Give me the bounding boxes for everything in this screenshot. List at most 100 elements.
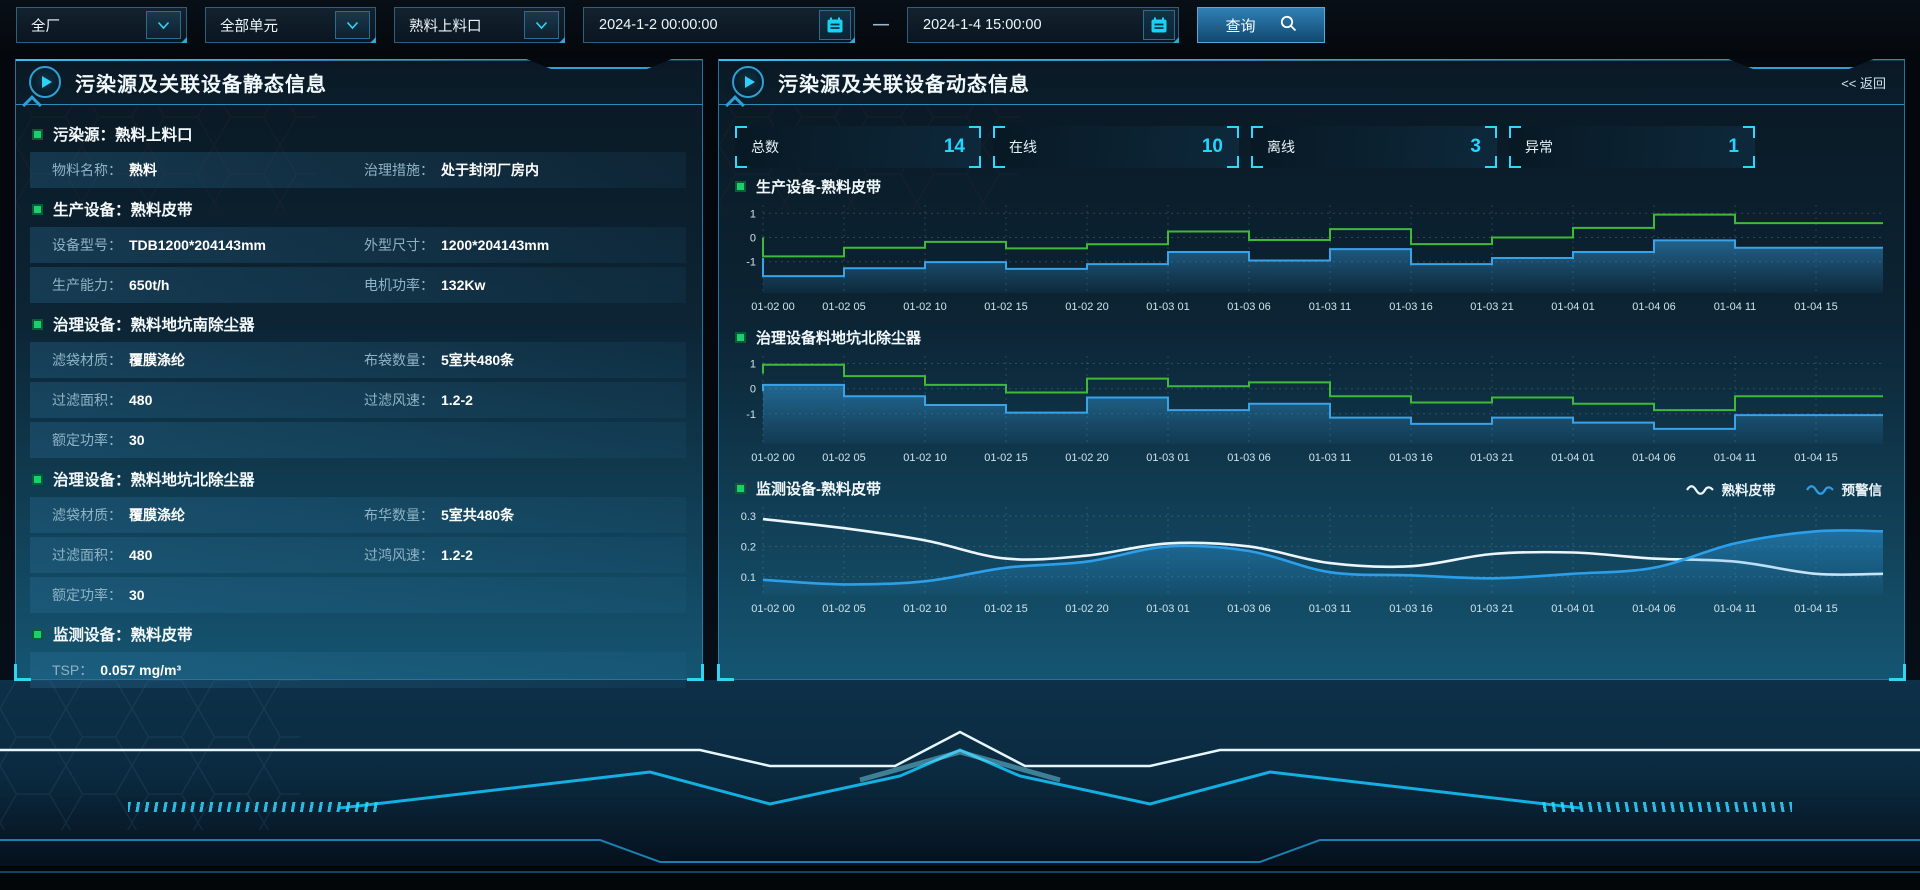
chart-block-3: 监测设备-熟料皮带熟料皮带预警信0.30.20.101-02 0001-02 0… <box>733 478 1888 622</box>
search-icon <box>1280 15 1297 36</box>
chart-block-1: 生产设备-熟料皮带10-101-02 0001-02 0501-02 1001-… <box>733 176 1888 320</box>
start-datetime-picker[interactable]: 2024-1-2 00:00:00 <box>583 7 855 43</box>
stat-box-3: 离线3 <box>1251 126 1497 168</box>
info-row: 滤袋材质：覆膜涤纶布华数量：5室共480条 <box>30 497 686 533</box>
svg-text:01-03 16: 01-03 16 <box>1389 603 1432 615</box>
stat-box-4: 异常1 <box>1509 126 1755 168</box>
svg-text:0.2: 0.2 <box>741 541 756 553</box>
info-cell: 过滤面积：480 <box>52 545 364 565</box>
stats-row: 总数14在线10离线3异常1 <box>735 126 1888 168</box>
bullet-icon <box>32 629 43 640</box>
svg-text:01-02 05: 01-02 05 <box>822 452 865 464</box>
info-cell: 物料名称：熟料 <box>52 160 364 180</box>
bullet-icon <box>32 474 43 485</box>
svg-text:01-02 10: 01-02 10 <box>903 452 946 464</box>
svg-text:01-03 21: 01-03 21 <box>1470 301 1513 313</box>
legend-item[interactable]: 预警信 <box>1806 479 1883 499</box>
info-row: 物料名称：熟料治理措施：处于封闭厂房内 <box>30 152 686 188</box>
hatch-decoration <box>1542 802 1792 812</box>
info-row: 滤袋材质：覆膜涤纶布袋数量：5室共480条 <box>30 342 686 378</box>
stat-label: 在线 <box>1009 137 1037 157</box>
stat-label: 总数 <box>751 137 779 157</box>
calendar-icon[interactable] <box>819 10 851 40</box>
info-cell: 生产能力：650t/h <box>52 275 364 295</box>
filter-select-value: 全厂 <box>31 15 60 36</box>
query-button-label: 查询 <box>1225 15 1255 36</box>
svg-text:01-04 06: 01-04 06 <box>1632 301 1675 313</box>
end-datetime-picker[interactable]: 2024-1-4 15:00:00 <box>907 7 1179 43</box>
info-row: 额定功率：30 <box>30 422 686 458</box>
bullet-icon <box>32 319 43 330</box>
info-cell: 治理措施：处于封闭厂房内 <box>364 160 676 180</box>
svg-text:01-03 06: 01-03 06 <box>1227 301 1270 313</box>
svg-text:01-02 20: 01-02 20 <box>1065 301 1108 313</box>
svg-text:01-03 06: 01-03 06 <box>1227 603 1270 615</box>
svg-text:01-04 11: 01-04 11 <box>1714 452 1757 464</box>
svg-text:0.3: 0.3 <box>741 511 756 523</box>
svg-text:01-04 11: 01-04 11 <box>1714 301 1757 313</box>
hatch-decoration <box>128 802 378 812</box>
wave-line-icon <box>1686 483 1714 495</box>
calendar-icon[interactable] <box>1143 10 1175 40</box>
play-icon <box>732 66 764 98</box>
filter-select-1[interactable]: 全厂 <box>16 7 187 43</box>
svg-text:1: 1 <box>750 359 756 371</box>
info-cell: 过鸿风速：1.2-2 <box>364 545 676 565</box>
svg-text:01-02 00: 01-02 00 <box>751 452 794 464</box>
svg-text:01-03 16: 01-03 16 <box>1389 452 1432 464</box>
info-row: 过滤面积：480过滤风速：1.2-2 <box>30 382 686 418</box>
footer-decoration <box>0 680 1920 890</box>
query-button[interactable]: 查询 <box>1197 7 1325 43</box>
filter-select-3[interactable]: 熟料上料口 <box>394 7 565 43</box>
svg-text:01-04 15: 01-04 15 <box>1794 603 1837 615</box>
end-datetime-value: 2024-1-4 15:00:00 <box>923 17 1042 33</box>
svg-text:01-04 06: 01-04 06 <box>1632 603 1675 615</box>
corner-decoration <box>717 664 734 681</box>
charts-area: 生产设备-熟料皮带10-101-02 0001-02 0501-02 1001-… <box>733 176 1888 622</box>
svg-text:01-03 11: 01-03 11 <box>1309 603 1352 615</box>
chart-canvas: 10-101-02 0001-02 0501-02 1001-02 1501-0… <box>733 197 1888 315</box>
filter-select-value: 熟料上料口 <box>409 15 482 36</box>
chart-canvas: 10-101-02 0001-02 0501-02 1001-02 1501-0… <box>733 348 1888 466</box>
info-cell: 滤袋材质：覆膜涤纶 <box>52 350 364 370</box>
svg-text:01-04 01: 01-04 01 <box>1551 452 1594 464</box>
main-content: 污染源及关联设备静态信息 污染源：熟料上料口物料名称：熟料治理措施：处于封闭厂房… <box>0 50 1920 680</box>
svg-text:0: 0 <box>750 233 756 245</box>
info-cell: TSP：0.057 mg/m³ <box>52 660 676 680</box>
section-heading: 治理设备：熟料地坑南除尘器 <box>32 313 684 335</box>
bullet-icon <box>735 181 746 192</box>
svg-text:01-02 15: 01-02 15 <box>984 452 1027 464</box>
section-heading: 污染源：熟料上料口 <box>32 123 684 145</box>
stat-value: 10 <box>1202 136 1223 158</box>
panel-header: 污染源及关联设备动态信息 << 返回 <box>719 60 1904 105</box>
svg-text:01-02 20: 01-02 20 <box>1065 603 1108 615</box>
svg-text:01-03 21: 01-03 21 <box>1470 603 1513 615</box>
dashboard-root: 全厂全部单元熟料上料口 2024-1-2 00:00:00 — 2024-1-4… <box>0 0 1920 890</box>
svg-text:0: 0 <box>750 384 756 396</box>
play-icon <box>29 66 61 98</box>
back-link[interactable]: << 返回 <box>1841 73 1886 92</box>
svg-text:01-03 01: 01-03 01 <box>1146 603 1189 615</box>
info-row: 设备型号：TDB1200*204143mm外型尺寸：1200*204143mm <box>30 227 686 263</box>
header-notch-decoration <box>524 58 674 69</box>
chevron-down-icon <box>335 11 370 39</box>
svg-text:01-02 05: 01-02 05 <box>822 603 865 615</box>
svg-text:01-03 06: 01-03 06 <box>1227 452 1270 464</box>
info-row: 过滤面积：480过鸿风速：1.2-2 <box>30 537 686 573</box>
filter-select-value: 全部单元 <box>220 15 278 36</box>
start-datetime-value: 2024-1-2 00:00:00 <box>599 17 718 33</box>
info-cell: 额定功率：30 <box>52 585 676 605</box>
stat-value: 1 <box>1728 136 1739 158</box>
filter-select-2[interactable]: 全部单元 <box>205 7 376 43</box>
chart-canvas: 0.30.20.101-02 0001-02 0501-02 1001-02 1… <box>733 499 1888 617</box>
svg-text:01-04 01: 01-04 01 <box>1551 603 1594 615</box>
static-info-panel: 污染源及关联设备静态信息 污染源：熟料上料口物料名称：熟料治理措施：处于封闭厂房… <box>15 59 703 680</box>
toolbar: 全厂全部单元熟料上料口 2024-1-2 00:00:00 — 2024-1-4… <box>0 0 1920 50</box>
legend-item[interactable]: 熟料皮带 <box>1686 479 1776 499</box>
svg-text:01-02 15: 01-02 15 <box>984 301 1027 313</box>
dynamic-info-panel: 污染源及关联设备动态信息 << 返回 总数14在线10离线3异常1 生产设备-熟… <box>718 59 1905 680</box>
info-cell: 外型尺寸：1200*204143mm <box>364 235 676 255</box>
svg-text:01-02 10: 01-02 10 <box>903 301 946 313</box>
info-cell: 滤袋材质：覆膜涤纶 <box>52 505 364 525</box>
info-row: 生产能力：650t/h电机功率：132Kw <box>30 267 686 303</box>
